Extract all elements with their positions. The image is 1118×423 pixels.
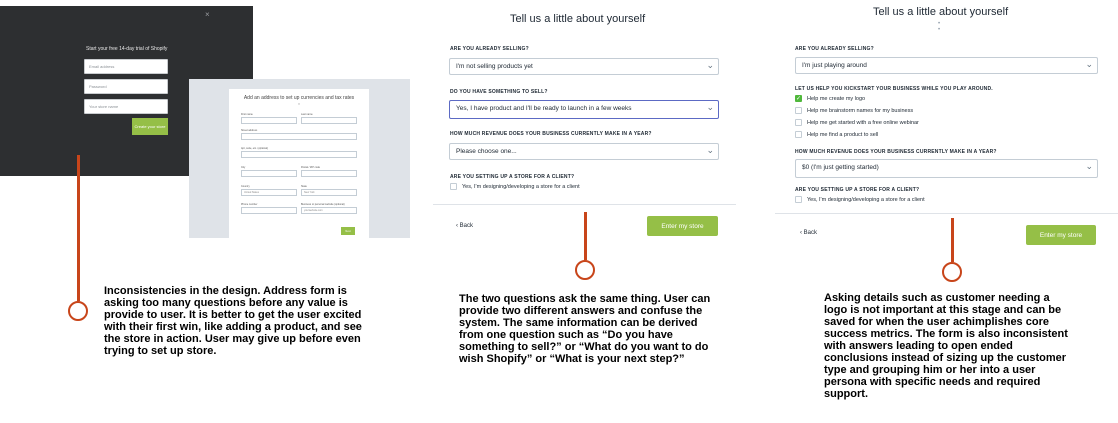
form-a-divider — [433, 204, 736, 205]
form-a-enter-store-button[interactable]: Enter my store — [647, 216, 718, 236]
form-b-option-checkbox[interactable] — [795, 131, 802, 138]
city-label: City — [241, 166, 246, 169]
form-b-q4-label: ARE YOU SETTING UP A STORE FOR A CLIENT? — [795, 187, 920, 193]
form-a-client-checkbox[interactable] — [450, 183, 457, 190]
postal-field[interactable] — [301, 170, 357, 177]
form-b-option-label: Help me find a product to sell — [807, 131, 879, 138]
form-a-q1-value: I'm not selling products yet — [456, 63, 533, 70]
street-field[interactable] — [241, 133, 357, 140]
form-b-option-row[interactable]: ✓ Help me create my logo — [795, 95, 865, 102]
annotation-pin-line — [951, 218, 954, 262]
form-b-q3-select[interactable]: $0 (I'm just getting started) ⌄ — [795, 159, 1098, 178]
form-a-q3-select[interactable]: Please choose one... ⌄ — [449, 143, 719, 160]
form-b-q1-select[interactable]: I'm just playing around ⌄ — [795, 57, 1098, 74]
signup-title: Start your free 14-day trial of Shopify — [86, 46, 168, 52]
apt-label: Apt, suite, etc. (optional) — [241, 147, 268, 150]
address-form-panel: Add an address to set up currencies and … — [189, 79, 410, 238]
state-select[interactable]: New York — [301, 189, 357, 196]
password-input[interactable]: Password — [84, 79, 168, 94]
form-b-client-checkbox-row[interactable]: Yes, I'm designing/developing a store fo… — [795, 196, 925, 203]
chevron-down-icon: ⌄ — [706, 145, 714, 155]
form-b-enter-store-button[interactable]: Enter my store — [1026, 225, 1096, 245]
store-name-placeholder: Your store name — [89, 104, 119, 109]
annotation-pin-line — [584, 212, 587, 260]
annotation-pin-marker — [575, 260, 595, 280]
postal-label: Postal / ZIP code — [301, 166, 320, 169]
address-form-card: Add an address to set up currencies and … — [229, 89, 369, 238]
form-b-title: Tell us a little about yourself — [873, 6, 1009, 18]
annotation-note-1: Inconsistencies in the design. Address f… — [104, 285, 362, 357]
password-placeholder: Password — [89, 84, 107, 89]
country-select[interactable]: United States — [241, 189, 297, 196]
form-b-option-row[interactable]: Help me brainstorm names for my business — [795, 107, 913, 114]
form-b-option-label: Help me get started with a free online w… — [807, 119, 919, 126]
first-name-label: First name — [241, 113, 253, 116]
country-value: United States — [244, 191, 260, 194]
last-name-label: Last name — [301, 113, 313, 116]
form-b-q3-label: HOW MUCH REVENUE DOES YOUR BUSINESS CURR… — [795, 149, 997, 155]
city-field[interactable] — [241, 170, 297, 177]
form-a-q1-label: ARE YOU ALREADY SELLING? — [450, 46, 529, 52]
form-a-client-checkbox-row[interactable]: Yes, I'm designing/developing a store fo… — [450, 183, 580, 190]
form-b-q1-value: I'm just playing around — [802, 62, 867, 69]
close-icon[interactable]: × — [205, 10, 210, 19]
form-a-q2-select[interactable]: Yes, I have product and I'll be ready to… — [449, 100, 719, 119]
form-a-q3-label: HOW MUCH REVENUE DOES YOUR BUSINESS CURR… — [450, 131, 652, 137]
phone-label: Phone number — [241, 203, 258, 206]
first-name-field[interactable] — [241, 117, 297, 124]
chevron-down-icon: ⌄ — [706, 102, 714, 112]
form-a-q4-label: ARE YOU SETTING UP A STORE FOR A CLIENT? — [450, 174, 575, 180]
chevron-down-icon: ⌄ — [706, 60, 714, 70]
website-field[interactable]: yourwebsite.com — [301, 207, 357, 214]
country-label: Country — [241, 185, 250, 188]
chevron-down-icon: ⌄ — [1085, 161, 1093, 171]
form-b-divider — [775, 213, 1118, 214]
annotation-pin-line — [77, 155, 80, 301]
state-label: State — [301, 185, 307, 188]
store-name-input[interactable]: Your store name — [84, 99, 168, 114]
apt-field[interactable] — [241, 151, 357, 158]
phone-field[interactable] — [241, 207, 297, 214]
form-b-q2-label: LET US HELP YOU KICKSTART YOUR BUSINESS … — [795, 86, 993, 92]
form-a-title: Tell us a little about yourself — [510, 13, 646, 25]
state-value: New York — [304, 191, 315, 194]
form-b-option-checkbox[interactable] — [795, 107, 802, 114]
form-a-q1-select[interactable]: I'm not selling products yet ⌄ — [449, 58, 719, 75]
chevron-down-icon: ⌄ — [1085, 59, 1093, 69]
next-button[interactable]: Next — [341, 227, 355, 235]
street-label: Street address — [241, 129, 258, 132]
email-input[interactable]: Email address — [84, 59, 168, 74]
form-b-option-label: Help me create my logo — [807, 95, 866, 102]
form-a-client-option: Yes, I'm designing/developing a store fo… — [462, 183, 580, 190]
form-a-back-link[interactable]: ‹ Back — [456, 223, 473, 229]
form-b-option-label: Help me brainstorm names for my business — [807, 107, 914, 114]
form-b-back-link[interactable]: ‹ Back — [800, 230, 817, 236]
annotation-pin-marker — [942, 262, 962, 282]
address-form-subtitle: ▾ — [298, 102, 300, 106]
annotation-note-2: The two questions ask the same thing. Us… — [459, 293, 711, 365]
form-a-q2-label: DO YOU HAVE SOMETHING TO SELL? — [450, 89, 548, 95]
last-name-field[interactable] — [301, 117, 357, 124]
form-b-option-row[interactable]: Help me get started with a free online w… — [795, 119, 919, 126]
annotation-pin-marker — [68, 301, 88, 321]
form-a-q3-value: Please choose one... — [456, 148, 517, 155]
email-placeholder: Email address — [89, 64, 115, 69]
form-b-client-option: Yes, I'm designing/developing a store fo… — [807, 196, 925, 203]
form-b-option-checkbox[interactable] — [795, 119, 802, 126]
website-placeholder: yourwebsite.com — [304, 209, 323, 212]
form-b-option-row[interactable]: Help me find a product to sell — [795, 131, 878, 138]
form-a-q2-value: Yes, I have product and I'll be ready to… — [456, 105, 632, 112]
form-b-q3-value: $0 (I'm just getting started) — [802, 164, 879, 171]
form-b-q1-label: ARE YOU ALREADY SELLING? — [795, 46, 874, 52]
annotation-note-3: Asking details such as customer needing … — [824, 292, 1068, 400]
form-b-option-checkbox-checked[interactable]: ✓ — [795, 95, 802, 102]
create-store-button[interactable]: Create your store — [132, 118, 168, 135]
address-form-title: Add an address to set up currencies and … — [243, 95, 355, 101]
step-dots: • • — [938, 21, 943, 33]
website-label: Business or personal website (optional) — [301, 203, 345, 206]
form-b-client-checkbox[interactable] — [795, 196, 802, 203]
